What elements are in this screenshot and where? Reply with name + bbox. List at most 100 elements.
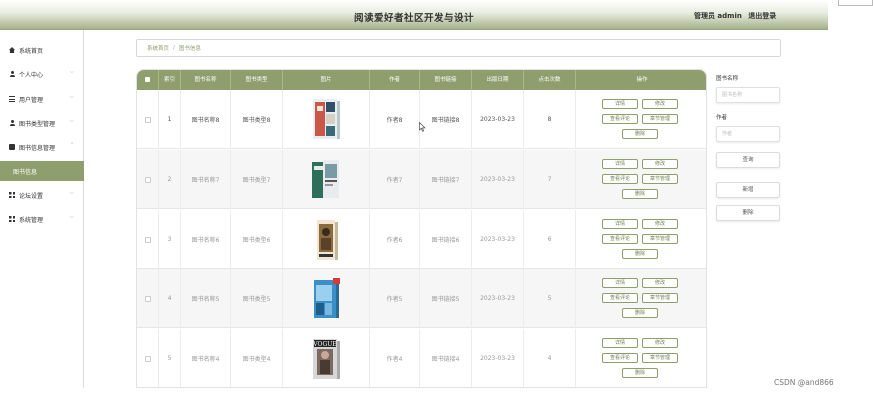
view-comments-button[interactable]: 查看评论	[602, 114, 638, 124]
index-cell: 4	[159, 269, 181, 328]
add-button[interactable]: 新增	[716, 182, 780, 198]
author-cell: 作者4	[370, 329, 420, 387]
view-comments-button[interactable]: 查看评论	[602, 234, 638, 244]
sidebar-item-label: 系统管理	[19, 216, 44, 224]
actions-cell: 详情 修改 查看评论 章节管理删除	[576, 90, 706, 149]
user-info: 管理员 admin 退出登录	[694, 11, 776, 21]
actions-cell: 详情 修改 查看评论 章节管理删除	[576, 329, 706, 387]
sidebar-item-label: 论坛设置	[19, 192, 44, 200]
delete-button[interactable]: 删除	[622, 249, 658, 259]
detail-button[interactable]: 详情	[602, 99, 638, 109]
table-row: 2 图书名称7 图书类型7 作者7 图书链接7 2023-03-23 7 详情 修改 查看评论 章节…	[137, 150, 706, 209]
detail-button[interactable]: 详情	[602, 219, 638, 229]
sidebar-item-home[interactable]: 系统首页	[0, 40, 84, 60]
sidebar-item-label: 图书信息管理	[19, 144, 56, 152]
book-link-cell: 图书链接5	[420, 269, 472, 328]
edit-button[interactable]: 修改	[642, 278, 678, 288]
delete-button[interactable]: 删除	[622, 308, 658, 318]
row-select-cell	[137, 329, 159, 387]
user-icon	[9, 120, 15, 126]
chapter-management-button[interactable]: 章节管理	[642, 114, 678, 124]
edit-button[interactable]: 修改	[642, 99, 678, 109]
book-cover-blue	[311, 277, 341, 321]
query-button[interactable]: 查询	[716, 152, 780, 168]
row-select-cell	[137, 90, 159, 149]
view-comments-button[interactable]: 查看评论	[602, 353, 638, 363]
table-row: 5 图书名称4 图书类型4 VOGUE 作者4 图书链接4 2023-03-23 4 详情 修改查…	[137, 329, 706, 387]
book-type-cell: 图书类型8	[231, 90, 283, 149]
chevron-up-icon: ⌃	[70, 142, 75, 148]
logout-link[interactable]: 退出登录	[748, 12, 776, 20]
edit-button[interactable]: 修改	[642, 338, 678, 348]
sidebar-item-label: 图书信息	[13, 168, 38, 176]
book-name-cell: 图书名称4	[181, 329, 231, 387]
delete-button[interactable]: 删除	[622, 129, 658, 139]
sidebar-subitem-book-info[interactable]: 图书信息	[0, 161, 84, 181]
delete-button[interactable]: 删除	[622, 189, 658, 199]
sidebar-item-forum-settings[interactable]: 论坛设置 ⌵	[0, 185, 84, 205]
user-icon	[9, 71, 15, 77]
breadcrumb-home[interactable]: 系统首页	[147, 44, 169, 52]
chapter-management-button[interactable]: 章节管理	[642, 293, 678, 303]
sidebar-item-personal-center[interactable]: 个人中心 ⌵	[0, 64, 84, 84]
current-user: 管理员 admin	[694, 12, 742, 20]
chevron-down-icon: ⌵	[70, 190, 74, 196]
row-select-cell	[137, 210, 159, 269]
book-cover-green	[311, 158, 341, 202]
book-cover-cell	[283, 90, 370, 149]
sidebar-item-user-management[interactable]: 用户管理 ⌵	[0, 89, 84, 109]
corner-frame	[838, 0, 873, 6]
sidebar-item-system-management[interactable]: 系统管理 ⌵	[0, 209, 84, 229]
list-icon	[9, 96, 15, 102]
author-input[interactable]: 作者	[716, 126, 780, 142]
chapter-management-button[interactable]: 章节管理	[642, 174, 678, 184]
publish-date-cell: 2023-03-23	[472, 90, 524, 149]
book-type-cell: 图书类型7	[231, 150, 283, 209]
column-header: 图书类型	[231, 70, 283, 90]
sidebar-item-book-type-management[interactable]: 图书类型管理 ⌵	[0, 113, 84, 133]
sidebar-item-book-info-management[interactable]: 图书信息管理 ⌃	[0, 137, 84, 157]
click-count-cell: 5	[524, 269, 576, 328]
row-select-cell	[137, 150, 159, 209]
row-checkbox[interactable]	[144, 355, 151, 362]
chevron-down-icon: ⌵	[70, 118, 74, 124]
book-link-cell: 图书链接4	[420, 329, 472, 387]
edit-button[interactable]: 修改	[642, 159, 678, 169]
book-cover-magazine: VOGUE	[311, 337, 341, 381]
edit-button[interactable]: 修改	[642, 219, 678, 229]
select-all-checkbox[interactable]	[145, 77, 150, 82]
delete-button[interactable]: 删除	[622, 368, 658, 378]
row-checkbox[interactable]	[144, 176, 151, 183]
batch-delete-button[interactable]: 删除	[716, 205, 780, 221]
detail-button[interactable]: 详情	[602, 338, 638, 348]
breadcrumb-separator: /	[173, 45, 175, 51]
book-cover-red	[311, 98, 341, 142]
view-comments-button[interactable]: 查看评论	[602, 174, 638, 184]
book-name-label: 图书名称	[716, 76, 739, 82]
detail-button[interactable]: 详情	[602, 278, 638, 288]
book-link-cell: 图书链接7	[420, 150, 472, 209]
row-checkbox[interactable]	[144, 116, 151, 123]
book-name-input[interactable]: 图书名称	[716, 87, 780, 103]
click-count-cell: 6	[524, 210, 576, 269]
home-icon	[9, 47, 15, 53]
book-cover-brown	[311, 218, 341, 262]
book-cover-cell	[283, 210, 370, 269]
chapter-management-button[interactable]: 章节管理	[642, 353, 678, 363]
sidebar-item-label: 系统首页	[19, 47, 44, 55]
chapter-management-button[interactable]: 章节管理	[642, 234, 678, 244]
table-row: 1 图书名称8 图书类型8 作者8 图书链接8 2023-03-23 8 详情 修改 查看评论 章节…	[137, 90, 706, 149]
book-icon	[9, 144, 15, 150]
index-cell: 5	[159, 329, 181, 387]
click-count-cell: 7	[524, 150, 576, 209]
row-checkbox[interactable]	[144, 295, 151, 302]
book-cover-cell	[283, 269, 370, 328]
book-table: 索引 图书名称 图书类型 图片 作者 图书链接 出版日期 点击次数 操作 1 图书…	[136, 69, 707, 388]
view-comments-button[interactable]: 查看评论	[602, 293, 638, 303]
book-cover-cell	[283, 150, 370, 209]
detail-button[interactable]: 详情	[602, 159, 638, 169]
row-checkbox[interactable]	[144, 236, 151, 243]
breadcrumb: 系统首页 / 图书信息	[136, 39, 781, 57]
select-all-header[interactable]	[137, 70, 159, 90]
column-header: 作者	[370, 70, 420, 90]
